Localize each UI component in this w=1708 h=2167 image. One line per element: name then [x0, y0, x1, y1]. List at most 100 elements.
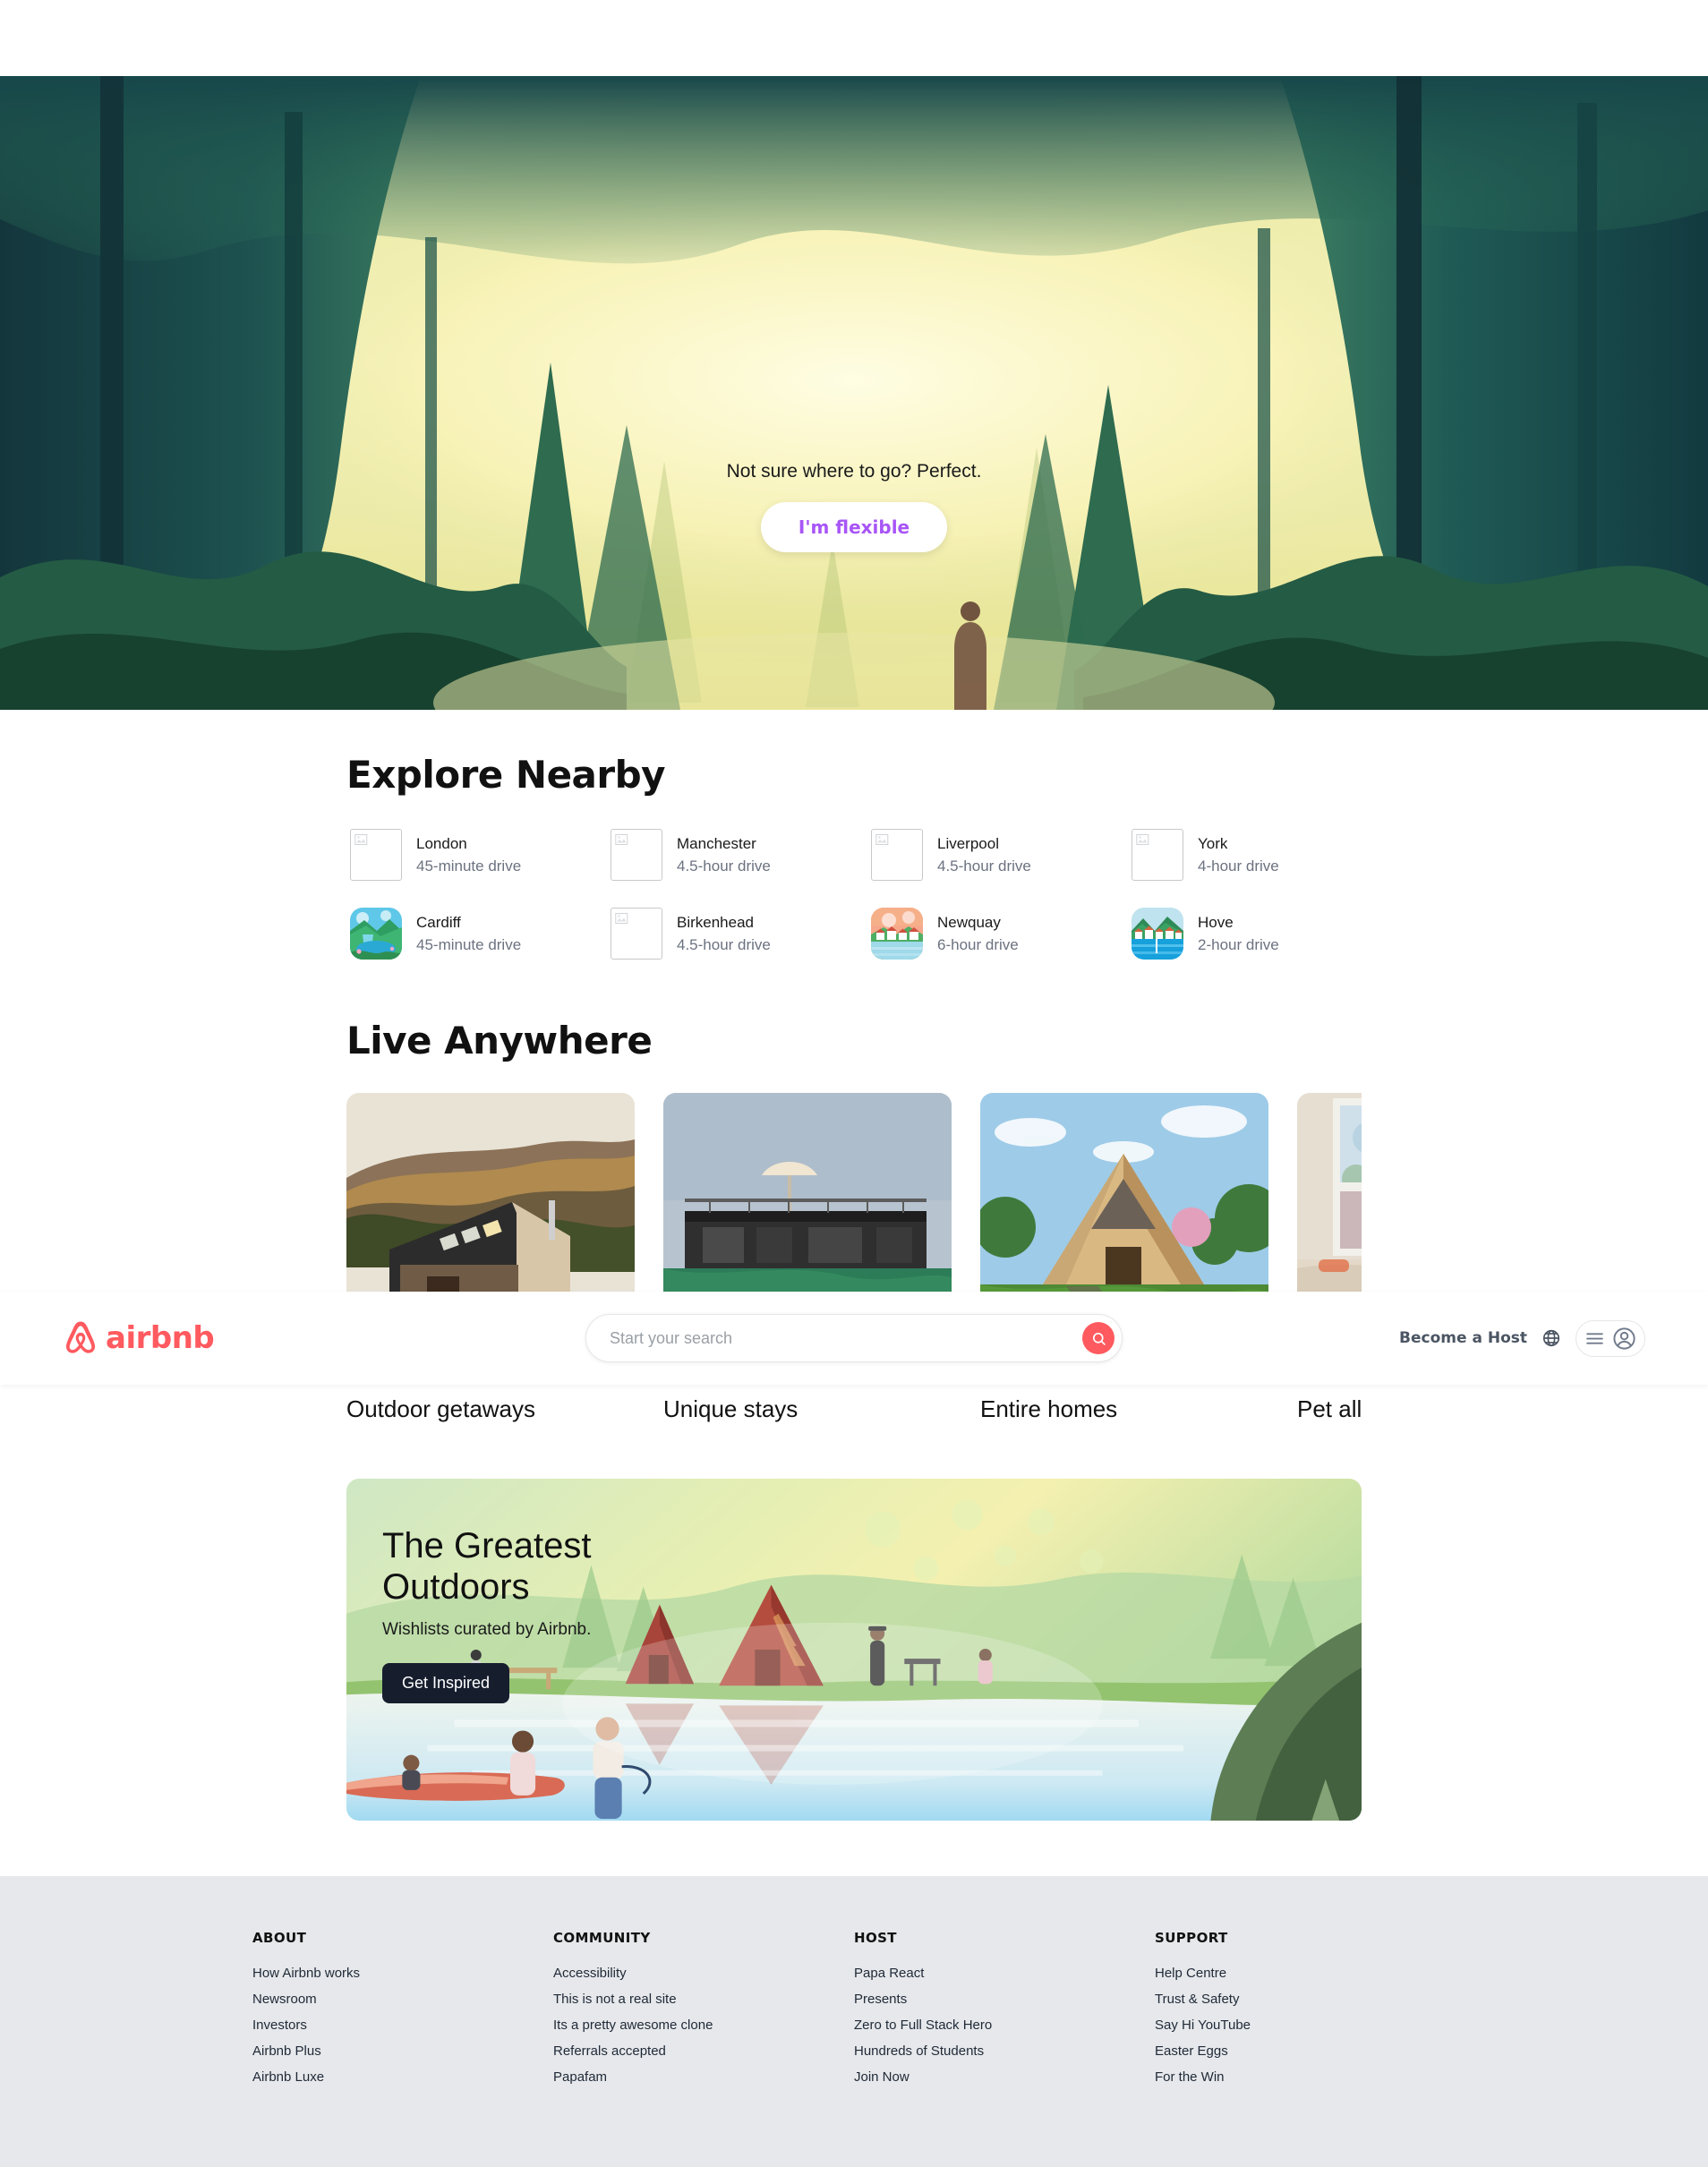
broken-image-icon: [871, 829, 923, 881]
site-footer: ABOUT How Airbnb works Newsroom Investor…: [0, 1876, 1708, 2167]
globe-icon[interactable]: [1541, 1328, 1561, 1348]
broken-image-icon: [350, 829, 402, 881]
explore-card-hove[interactable]: Hove 2-hour drive: [1128, 904, 1362, 963]
footer-columns: ABOUT How Airbnb works Newsroom Investor…: [156, 1930, 1552, 2095]
im-flexible-button[interactable]: I'm flexible: [760, 502, 948, 552]
live-card-label: Entire homes: [980, 1395, 1118, 1422]
hero-banner: Not sure where to go? Perfect. I'm flexi…: [0, 76, 1708, 710]
footer-link[interactable]: Newsroom: [252, 1992, 553, 2007]
explore-card-manchester[interactable]: Manchester 4.5-hour drive: [607, 825, 841, 884]
live-card-label: Outdoor getaways: [346, 1395, 536, 1422]
broken-image-glyph: [615, 834, 628, 845]
explore-card-name: Hove: [1198, 913, 1234, 931]
explore-card-name: Liverpool: [937, 834, 999, 852]
explore-card-text: Newquay 6-hour drive: [937, 911, 1019, 957]
banner-subtitle: Wishlists curated by Airbnb.: [382, 1620, 592, 1639]
header-left: airbnb: [63, 1292, 358, 1385]
footer-link[interactable]: Say Hi YouTube: [1155, 2018, 1456, 2033]
search-input[interactable]: [610, 1328, 1082, 1348]
broken-image-icon: [611, 908, 662, 960]
become-a-host-link[interactable]: Become a Host: [1399, 1329, 1527, 1347]
footer-link[interactable]: This is not a real site: [553, 1992, 854, 2007]
explore-card-name: London: [416, 834, 467, 852]
footer-link[interactable]: Papa React: [854, 1966, 1155, 1981]
coastal-village-illustration: [871, 908, 923, 960]
footer-link[interactable]: For the Win: [1155, 2069, 1456, 2085]
header-center: [358, 1314, 1350, 1362]
search-bar[interactable]: [585, 1314, 1123, 1362]
footer-link[interactable]: Presents: [854, 1992, 1155, 2007]
broken-image-glyph: [354, 834, 368, 845]
explore-card-thumbnail: [350, 908, 402, 960]
explore-card-name: Birkenhead: [677, 913, 755, 931]
broken-image-glyph: [1136, 834, 1149, 845]
explore-card-distance: 6-hour drive: [937, 936, 1019, 953]
explore-nearby-grid: London 45-minute drive Manchester 4.5-ho…: [346, 825, 1362, 963]
airbnb-logo[interactable]: airbnb: [63, 1319, 215, 1357]
footer-link[interactable]: Airbnb Plus: [252, 2043, 553, 2059]
footer-link[interactable]: Accessibility: [553, 1966, 854, 1981]
logo-wordmark: airbnb: [106, 1320, 215, 1356]
explore-card-text: Hove 2-hour drive: [1198, 911, 1279, 957]
explore-card-text: York 4-hour drive: [1198, 832, 1279, 878]
footer-link[interactable]: Easter Eggs: [1155, 2043, 1456, 2059]
explore-card-distance: 45-minute drive: [416, 857, 522, 874]
broken-image-glyph: [615, 913, 628, 924]
footer-link[interactable]: Join Now: [854, 2069, 1155, 2085]
explore-card-name: Manchester: [677, 834, 756, 852]
get-inspired-button[interactable]: Get Inspired: [382, 1663, 510, 1703]
explore-card-text: Cardiff 45-minute drive: [416, 911, 521, 957]
explore-card-text: London 45-minute drive: [416, 832, 521, 878]
live-card-label: Unique stays: [663, 1395, 798, 1422]
footer-link[interactable]: Zero to Full Stack Hero: [854, 2018, 1155, 2033]
footer-link[interactable]: Papafam: [553, 2069, 854, 2085]
explore-card-cardiff[interactable]: Cardiff 45-minute drive: [346, 904, 580, 963]
footer-link[interactable]: Referrals accepted: [553, 2043, 854, 2059]
explore-card-london[interactable]: London 45-minute drive: [346, 825, 580, 884]
harbour-town-illustration: [1132, 908, 1183, 960]
explore-card-york[interactable]: York 4-hour drive: [1128, 825, 1362, 884]
site-header: airbnb Become a Host: [0, 1292, 1708, 1385]
footer-link[interactable]: How Airbnb works: [252, 1966, 553, 1981]
hero-overlay: Not sure where to go? Perfect. I'm flexi…: [0, 461, 1708, 552]
explore-card-distance: 4.5-hour drive: [937, 857, 1031, 874]
explore-card-liverpool[interactable]: Liverpool 4.5-hour drive: [867, 825, 1101, 884]
main-content: Explore Nearby London 45-minute drive Ma…: [330, 710, 1378, 1821]
footer-link[interactable]: Help Centre: [1155, 1966, 1456, 1981]
explore-card-name: Cardiff: [416, 913, 461, 931]
explore-card-name: Newquay: [937, 913, 1001, 931]
explore-card-distance: 2-hour drive: [1198, 936, 1279, 953]
explore-card-text: Manchester 4.5-hour drive: [677, 832, 771, 878]
footer-link[interactable]: Its a pretty awesome clone: [553, 2018, 854, 2033]
explore-nearby-section: Explore Nearby London 45-minute drive Ma…: [346, 710, 1362, 963]
explore-card-thumbnail: [1132, 908, 1183, 960]
search-submit-button[interactable]: [1082, 1322, 1114, 1354]
footer-column-support: SUPPORT Help Centre Trust & Safety Say H…: [1155, 1930, 1456, 2095]
explore-card-birkenhead[interactable]: Birkenhead 4.5-hour drive: [607, 904, 841, 963]
live-card-label: Pet allowed: [1297, 1395, 1362, 1422]
footer-column-community: COMMUNITY Accessibility This is not a re…: [553, 1930, 854, 2095]
footer-heading: COMMUNITY: [553, 1930, 651, 1946]
banner-title: The Greatest Outdoors: [382, 1526, 592, 1607]
airbnb-mark-icon: [65, 1321, 96, 1353]
user-avatar-icon: [1613, 1327, 1635, 1350]
live-anywhere-title: Live Anywhere: [346, 1019, 653, 1062]
footer-link[interactable]: Investors: [252, 2018, 553, 2033]
greatest-outdoors-banner[interactable]: The Greatest Outdoors Wishlists curated …: [346, 1479, 1362, 1821]
footer-link[interactable]: Trust & Safety: [1155, 1992, 1456, 2007]
explore-card-name: York: [1198, 834, 1228, 852]
explore-card-distance: 4.5-hour drive: [677, 857, 771, 874]
footer-column-host: HOST Papa React Presents Zero to Full St…: [854, 1930, 1155, 2095]
hero-forest-illustration: [0, 76, 1708, 710]
footer-link[interactable]: Hundreds of Students: [854, 2043, 1155, 2059]
explore-card-text: Liverpool 4.5-hour drive: [937, 832, 1031, 878]
explore-card-distance: 4-hour drive: [1198, 857, 1279, 874]
search-icon: [1092, 1332, 1106, 1345]
hero-tagline: Not sure where to go? Perfect.: [726, 461, 982, 482]
footer-heading: ABOUT: [252, 1930, 307, 1946]
broken-image-glyph: [875, 834, 889, 845]
footer-link[interactable]: Airbnb Luxe: [252, 2069, 553, 2085]
explore-card-thumbnail: [871, 908, 923, 960]
user-menu-button[interactable]: [1576, 1319, 1645, 1357]
explore-card-newquay[interactable]: Newquay 6-hour drive: [867, 904, 1101, 963]
